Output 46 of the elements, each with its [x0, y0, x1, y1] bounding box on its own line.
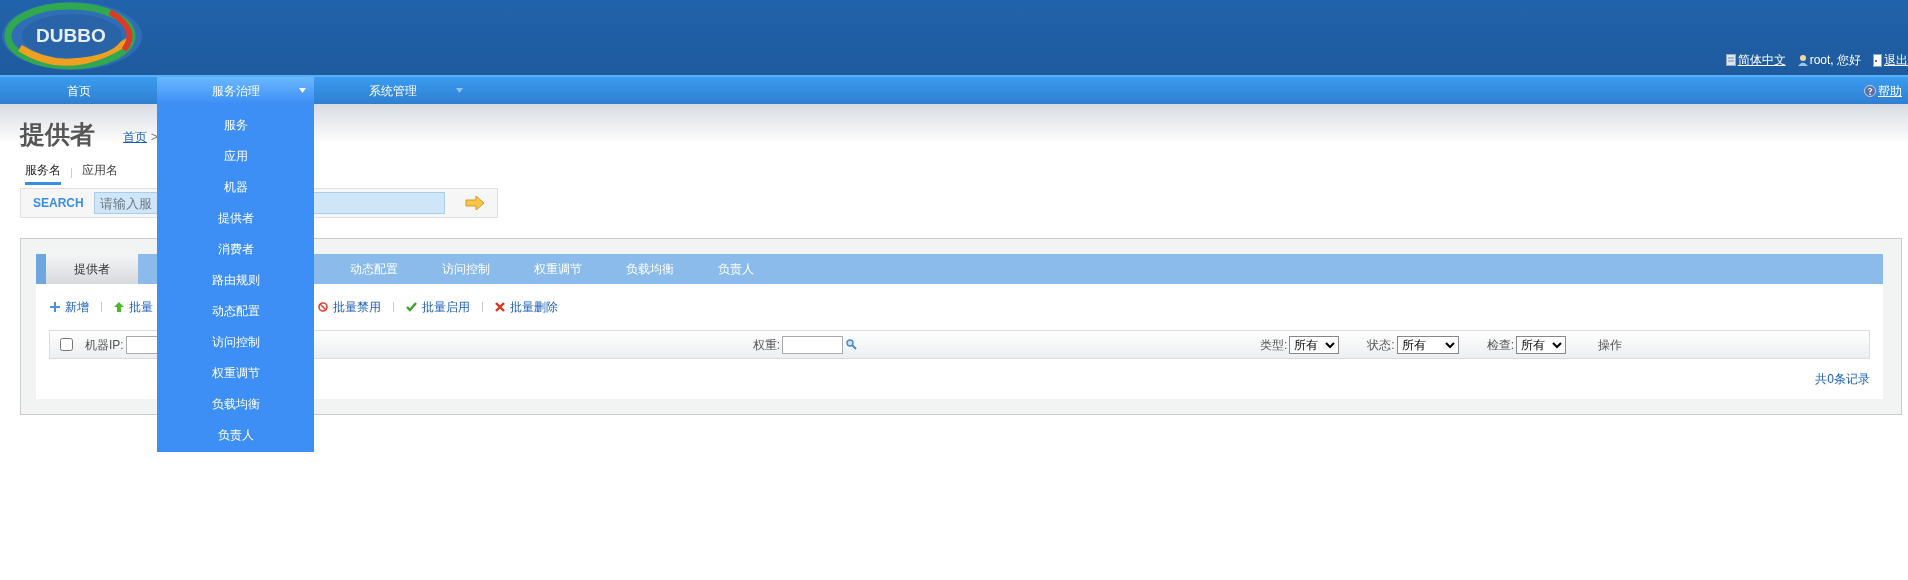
- action-link[interactable]: 批量启用: [422, 298, 470, 316]
- menu-item[interactable]: 负责人: [157, 419, 314, 450]
- help-link[interactable]: 帮助: [1878, 81, 1902, 100]
- menu-item[interactable]: 权重调节: [157, 357, 314, 388]
- action-link[interactable]: 批量删除: [510, 298, 558, 316]
- tab[interactable]: 动态配置: [328, 254, 420, 284]
- header-link[interactable]: 简体中文: [1737, 51, 1786, 69]
- menu-item[interactable]: 负载均衡: [157, 388, 314, 419]
- action-link[interactable]: 批量: [129, 298, 153, 316]
- tab[interactable]: 访问控制: [420, 254, 512, 284]
- search-tab[interactable]: 服务名: [25, 161, 61, 185]
- filter-label: 检查:: [1486, 336, 1515, 354]
- search-tab[interactable]: 应用名: [82, 161, 118, 185]
- menu-item[interactable]: 消费者: [157, 233, 314, 264]
- tab[interactable]: 提供者: [46, 254, 138, 284]
- search-label: SEARCH: [33, 195, 84, 212]
- filter-select[interactable]: 所有: [1516, 335, 1567, 354]
- menu-item[interactable]: 机器: [157, 171, 314, 202]
- record-count: 共0条记录: [1815, 371, 1870, 388]
- ip-label: 机器IP:: [85, 336, 124, 354]
- nav-tab[interactable]: 系统管理: [314, 77, 471, 104]
- menu-item[interactable]: 应用: [157, 140, 314, 171]
- filter-select[interactable]: 所有: [1396, 335, 1459, 354]
- menu-item[interactable]: 服务: [157, 109, 314, 140]
- weight-label: 权重:: [752, 336, 780, 354]
- action-link[interactable]: 新增: [65, 298, 89, 316]
- breadcrumb-link[interactable]: 首页: [123, 128, 147, 146]
- breadcrumb-separator: >: [151, 129, 158, 146]
- nav-tab[interactable]: 首页: [0, 77, 157, 104]
- filter-label: 类型:: [1260, 336, 1288, 354]
- menu-item[interactable]: 提供者: [157, 202, 314, 233]
- page-title: 提供者: [20, 122, 95, 147]
- menu-item[interactable]: 路由规则: [157, 264, 314, 295]
- filter-label: 状态:: [1367, 336, 1395, 354]
- header-link[interactable]: 退出: [1884, 51, 1908, 69]
- action-link[interactable]: 批量禁用: [333, 298, 381, 316]
- greeting-text: root, 您好: [1809, 52, 1861, 69]
- tab[interactable]: 负载均衡: [604, 254, 696, 284]
- menu-item[interactable]: 动态配置: [157, 295, 314, 326]
- logo-text: DUBBO: [36, 26, 106, 45]
- filter-select[interactable]: 所有: [1289, 335, 1340, 354]
- nav-tab[interactable]: 服务治理: [157, 77, 314, 104]
- tab[interactable]: 负责人: [696, 254, 776, 284]
- tab[interactable]: 权重调节: [512, 254, 604, 284]
- column-header: 操作: [1598, 336, 1623, 354]
- menu-item[interactable]: 访问控制: [157, 326, 314, 357]
